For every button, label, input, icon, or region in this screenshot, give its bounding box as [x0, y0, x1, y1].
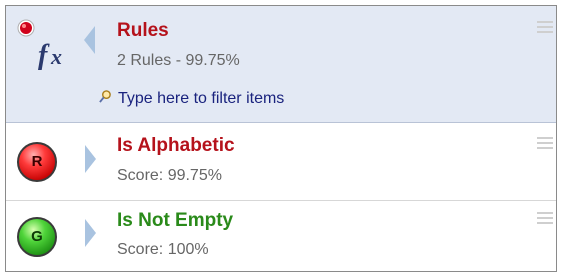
fx-function-icon: f x: [17, 19, 62, 71]
rules-panel: f x Rules 2 Rules - 99.75% Type here to …: [5, 5, 557, 272]
rule-score: Score: 100%: [117, 241, 209, 258]
search-icon: [99, 90, 111, 103]
drag-handle-icon[interactable]: [537, 137, 553, 152]
rule-name: Is Not Empty: [117, 210, 234, 231]
rule-status-letter: G: [31, 228, 43, 245]
drag-handle-icon[interactable]: [537, 212, 553, 227]
expand-arrow-icon[interactable]: [85, 219, 96, 247]
drag-handle-icon[interactable]: [537, 21, 553, 36]
rule-status-green-icon: G: [17, 217, 57, 257]
expand-arrow-icon[interactable]: [85, 145, 96, 173]
rule-status-red-icon: R: [17, 142, 57, 182]
filter-input[interactable]: Type here to filter items: [118, 90, 284, 108]
rules-header: f x Rules 2 Rules - 99.75% Type here to …: [6, 6, 556, 123]
rules-summary: 2 Rules - 99.75%: [117, 52, 240, 69]
rule-name: Is Alphabetic: [117, 135, 235, 156]
rule-item[interactable]: G Is Not Empty Score: 100%: [6, 201, 556, 271]
svg-text:x: x: [50, 44, 62, 69]
page-title: Rules: [117, 20, 169, 41]
rule-score: Score: 99.75%: [117, 167, 222, 184]
rule-item[interactable]: R Is Alphabetic Score: 99.75%: [6, 123, 556, 201]
rule-status-letter: R: [31, 153, 43, 170]
svg-text:f: f: [38, 40, 50, 71]
collapse-arrow-icon[interactable]: [84, 26, 95, 54]
